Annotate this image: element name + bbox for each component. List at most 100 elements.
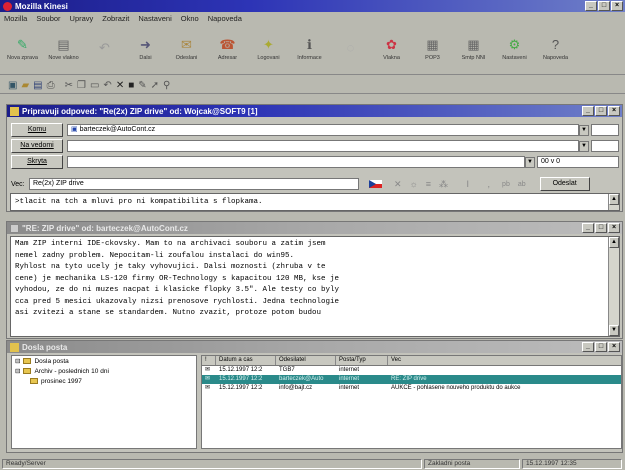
close-button[interactable]: × [611, 1, 623, 11]
folder-icon[interactable]: ▰ [21, 80, 29, 91]
save-icon[interactable]: ▤ [33, 80, 42, 91]
compose-close-button[interactable]: × [608, 106, 620, 116]
toolbar-button-smtp[interactable]: ▦ Smtp NNI [453, 25, 494, 73]
minimize-button[interactable]: _ [585, 1, 597, 11]
open-icon[interactable]: ▣ [8, 80, 17, 91]
to-dropdown[interactable]: ▼ [579, 124, 589, 136]
message-close-button[interactable]: × [608, 223, 620, 233]
language-flag-icon[interactable] [369, 180, 382, 188]
bcc-row: Skryta ▼ 00 v 0 [11, 155, 619, 169]
compose-scrollbar[interactable]: ▲ [608, 194, 619, 210]
menu-upravy[interactable]: Upravy [70, 14, 94, 23]
cc-extra-field[interactable] [591, 140, 619, 152]
reply-icon: ↶ [99, 39, 110, 55]
toolbar-button-blank[interactable]: ◌ [330, 25, 371, 73]
menu-mozilla[interactable]: Mozilla [4, 14, 27, 23]
app-titlebar[interactable]: Mozilla Kinesi _ □ × [0, 0, 625, 12]
cut-icon[interactable]: ✂ [65, 80, 73, 91]
toolbar-button-new-message[interactable]: ✎ Nova zprava [2, 25, 43, 73]
column-header-subject[interactable]: Vec [388, 356, 621, 365]
table-row-selected[interactable]: ✉ 15.12.1997 12:2 barteczek@Auto interne… [202, 375, 621, 384]
toolbar-button-reply[interactable]: ↶ [84, 25, 125, 73]
message-line: asi zvitezi a stane se standardem. Nutno… [15, 309, 322, 317]
bcc-dropdown[interactable]: ▼ [525, 156, 535, 168]
compose-minimize-button[interactable]: _ [582, 106, 594, 116]
message-line: Mam ZIP interni IDE-ckovsky. Mam to na a… [15, 240, 326, 248]
spell-icon[interactable]: pb [502, 181, 510, 188]
attach-small-icon[interactable]: ab [518, 181, 526, 188]
compose-titlebar[interactable]: Pripravuji odpoved: "Re(2x) ZIP drive" o… [7, 105, 622, 117]
to-extra-field[interactable] [591, 124, 619, 136]
secondary-toolbar: ▣ ▰ ▤ ⎙ ✂ ❐ ▭ ↶ ✕ ■ ✎ ➚ ⚲ [0, 77, 625, 94]
folder-icon [30, 378, 38, 384]
contact-icon: ▣ [71, 126, 80, 133]
toolbar-button-next[interactable]: ➜ Dalsi [125, 25, 166, 73]
expand-icon: ⊟ [15, 368, 21, 375]
menu-napoveda[interactable]: Napoveda [208, 14, 242, 23]
copy-icon[interactable]: ❐ [77, 80, 86, 91]
toolbar-button-pop3[interactable]: ▦ POP3 [412, 25, 453, 73]
subject-field[interactable]: Re(2x) ZIP drive [29, 178, 359, 190]
format-icons[interactable]: ✕☼≡⁂ I , [394, 179, 498, 190]
menu-bar: Mozilla Soubor Upravy Zobrazit Nastaveni… [0, 13, 625, 24]
toolbar-button-info[interactable]: ℹ Informace [289, 25, 330, 73]
tree-item-inbox[interactable]: ⊟ Dosla posta [12, 356, 196, 366]
toolbar-button-help[interactable]: ? Napoveda [535, 25, 576, 73]
folder-minimize-button[interactable]: _ [582, 342, 594, 352]
compose-body[interactable]: >tlacit na tch a mluvi pro ni kompatibil… [10, 193, 620, 211]
size-field[interactable]: 00 v 0 [537, 156, 619, 168]
cc-button[interactable]: Na vedomi [11, 139, 63, 153]
stop-icon[interactable]: ■ [128, 80, 134, 91]
to-button[interactable]: Komu [11, 123, 63, 137]
message-list-header: ! Datum a cas Odesilatel Posta/Typ Vec [202, 356, 621, 366]
filter-icon[interactable]: ⚲ [163, 80, 170, 91]
print-icon[interactable]: ⎙ [47, 80, 55, 91]
toolbar-button-settings[interactable]: ⚙ Nastaveni [494, 25, 535, 73]
folder-maximize-button[interactable]: □ [595, 342, 607, 352]
toolbar-button-address-book[interactable]: ☎ Adresar [207, 25, 248, 73]
forward-icon[interactable]: ➚ [151, 80, 159, 91]
column-header-date[interactable]: Datum a cas [216, 356, 276, 365]
column-header-type[interactable]: Posta/Typ [336, 356, 388, 365]
message-minimize-button[interactable]: _ [582, 223, 594, 233]
message-line: Ryhlost na tyto ucely je taky vyhovujici… [15, 263, 326, 271]
toolbar-button-log[interactable]: ✦ Logovani [248, 25, 289, 73]
menu-nastaveni[interactable]: Nastaveni [138, 14, 171, 23]
menu-zobrazit[interactable]: Zobrazit [102, 14, 129, 23]
message-scrollbar[interactable]: ▲ ▼ [608, 237, 619, 336]
toolbar-button-new-thread[interactable]: ▤ Nove vlakno [43, 25, 84, 73]
menu-soubor[interactable]: Soubor [36, 14, 60, 23]
paste-icon[interactable]: ▭ [90, 80, 99, 91]
inbox-icon [10, 342, 19, 352]
folder-titlebar[interactable]: Dosla posta _ □ × [7, 341, 622, 353]
compose-maximize-button[interactable]: □ [595, 106, 607, 116]
expand-icon: ⊟ [15, 358, 21, 365]
threads-icon: ✿ [386, 36, 397, 52]
message-body[interactable]: Mam ZIP interni IDE-ckovsky. Mam to na a… [10, 236, 620, 337]
menu-okno[interactable]: Okno [181, 14, 199, 23]
folder-window: Dosla posta _ □ × ⊟ Dosla posta ⊟ Archiv -… [6, 340, 623, 453]
folder-close-button[interactable]: × [608, 342, 620, 352]
cc-field[interactable] [67, 140, 579, 152]
tree-item-archive[interactable]: ⊟ Archiv - poslednich 10 dni [12, 366, 196, 376]
toolbar-button-send[interactable]: ✉ Odeslani [166, 25, 207, 73]
bcc-field[interactable] [67, 156, 525, 168]
table-row[interactable]: ✉ 15.12.1997 12:2 TGB7 internet [202, 366, 621, 375]
column-header-sender[interactable]: Odesilatel [276, 356, 336, 365]
toolbar-button-threads[interactable]: ✿ Vlakna [371, 25, 412, 73]
bcc-button[interactable]: Skryta [11, 155, 63, 169]
table-row[interactable]: ✉ 15.12.1997 12:2 info@bajt.cz internet … [202, 384, 621, 393]
to-field[interactable]: ▣ barteczek@AutoCont.cz [67, 124, 579, 136]
send-button[interactable]: Odeslat [539, 177, 590, 191]
attach-icon[interactable]: ✎ [138, 80, 146, 91]
column-header-flag[interactable]: ! [202, 356, 216, 365]
message-maximize-button[interactable]: □ [595, 223, 607, 233]
undo-icon[interactable]: ↶ [103, 80, 111, 91]
tree-item-december[interactable]: prosinec 1997 [12, 376, 196, 386]
cc-dropdown[interactable]: ▼ [579, 140, 589, 152]
maximize-button[interactable]: □ [598, 1, 610, 11]
compose-icon [10, 106, 19, 116]
compose-title: Pripravuji odpoved: "Re(2x) ZIP drive" o… [22, 106, 258, 116]
message-titlebar[interactable]: "RE: ZIP drive" od: barteczek@AutoCont.c… [7, 222, 622, 234]
delete-icon[interactable]: ✕ [116, 80, 124, 91]
